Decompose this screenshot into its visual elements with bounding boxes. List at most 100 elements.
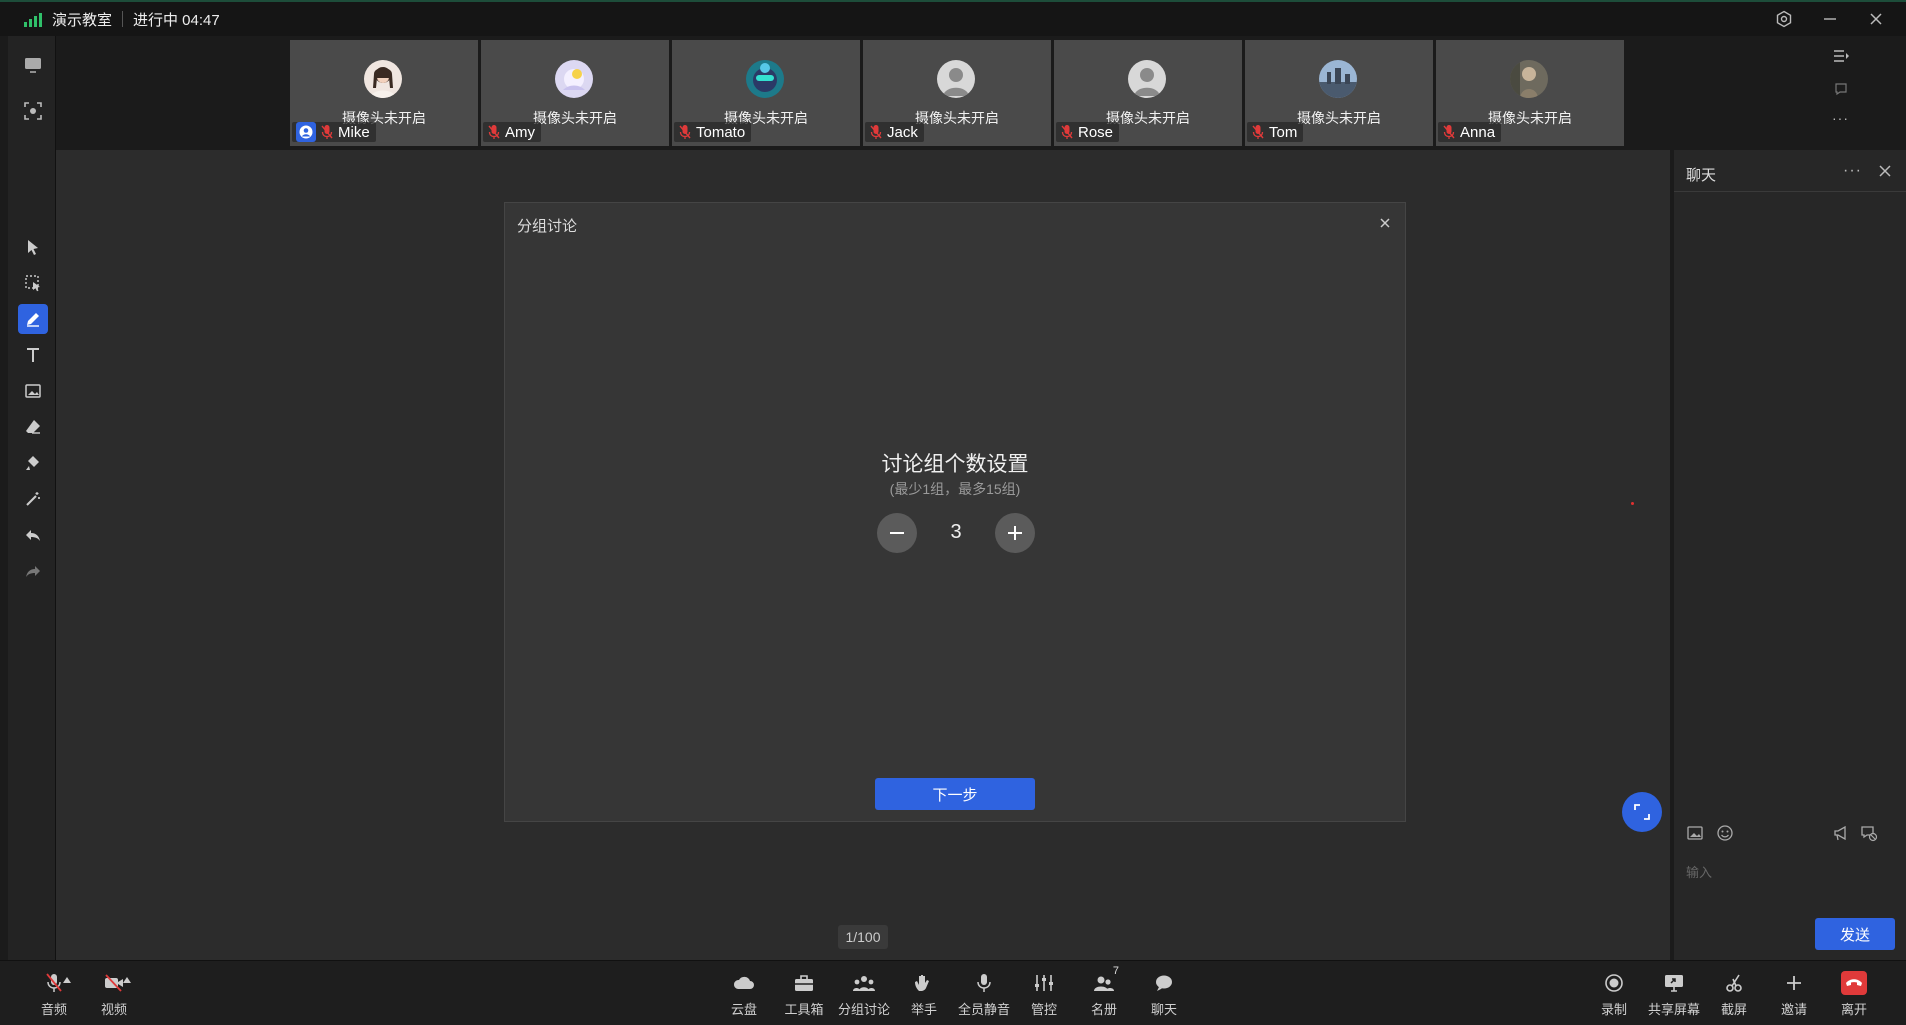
roster-button[interactable]: 7 名册 — [1076, 965, 1132, 1021]
dialog-title: 分组讨论 — [517, 218, 578, 235]
toolbox-label: 工具箱 — [784, 1002, 824, 1017]
audio-label: 音频 — [40, 1002, 67, 1017]
mute-all-label: 全员静音 — [957, 1002, 1010, 1017]
breakout-button[interactable]: 分组讨论 — [836, 971, 892, 1021]
pen-icon[interactable] — [18, 304, 48, 334]
mic-off-icon — [679, 125, 691, 139]
more-icon[interactable]: ··· — [1832, 110, 1849, 126]
roster-icon: 7 — [1091, 965, 1119, 995]
magic-wand-icon[interactable] — [18, 484, 48, 514]
record-button[interactable]: 录制 — [1586, 971, 1642, 1021]
plus-icon — [1008, 526, 1022, 540]
screen-capture-icon[interactable] — [18, 96, 48, 126]
send-button[interactable]: 发送 — [1815, 918, 1895, 950]
undo-icon[interactable] — [18, 520, 48, 550]
avatar — [1319, 60, 1357, 98]
whiteboard-toolbar — [8, 36, 56, 960]
chat-input[interactable] — [1686, 862, 1886, 882]
increment-button[interactable] — [995, 513, 1035, 553]
mic-off-icon — [1443, 125, 1455, 139]
whiteboard-icon[interactable] — [18, 50, 48, 80]
invite-label: 邀请 — [1780, 1002, 1807, 1017]
mic-off-icon — [321, 125, 333, 139]
participant-name: Tom — [1269, 123, 1298, 141]
chat-close-icon[interactable] — [1876, 162, 1894, 180]
close-window-icon[interactable] — [1864, 7, 1888, 31]
image-tool-icon[interactable] — [18, 376, 48, 406]
avatar — [364, 60, 402, 98]
breakout-dialog: 分组讨论 讨论组个数设置 (最少1组，最多15组) 3 下一步 — [504, 202, 1406, 822]
select-pointer-icon[interactable] — [18, 232, 48, 262]
chat-button[interactable]: 聊天 — [1136, 971, 1192, 1021]
participant-name: Jack — [887, 123, 918, 141]
screenshot-button[interactable]: 截屏 — [1706, 971, 1762, 1021]
participant-tile[interactable]: 摄像头未开启 Anna — [1436, 40, 1624, 146]
emoji-icon[interactable] — [1716, 824, 1736, 844]
participant-nameplate: Jack — [865, 122, 924, 142]
participant-name: Rose — [1078, 123, 1114, 141]
close-icon[interactable] — [1375, 213, 1395, 233]
audio-button[interactable]: 音频 — [26, 971, 82, 1021]
raise-hand-button[interactable]: 举手 — [896, 971, 952, 1021]
leave-button[interactable]: 离开 — [1826, 971, 1882, 1021]
share-screen-label: 共享屏幕 — [1647, 1002, 1700, 1017]
text-tool-icon[interactable] — [18, 340, 48, 370]
avatar — [555, 60, 593, 98]
page-indicator[interactable]: 1/100 — [838, 925, 888, 949]
classroom-app: 演示教室 进行中 04:47 摄像头未开启 Mike 摄像头未开启 Amy 摄像… — [0, 0, 1906, 1025]
roster-label: 名册 — [1090, 1002, 1117, 1017]
audio-caret-icon[interactable] — [63, 977, 71, 983]
participant-tile[interactable]: 摄像头未开启 Jack — [863, 40, 1051, 146]
video-strip: 摄像头未开启 Mike 摄像头未开启 Amy 摄像头未开启 Tomato 摄像头… — [56, 36, 1862, 150]
layout-list-icon[interactable] — [1832, 48, 1850, 69]
participant-nameplate: Anna — [1438, 122, 1502, 142]
participant-tile[interactable]: 摄像头未开启 Amy — [481, 40, 669, 146]
area-select-icon[interactable] — [18, 268, 48, 298]
invite-button[interactable]: 邀请 — [1766, 971, 1822, 1021]
mute-all-button[interactable]: 全员静音 — [956, 971, 1012, 1021]
participant-tile[interactable]: 摄像头未开启 Tomato — [672, 40, 860, 146]
announcement-icon[interactable] — [1832, 824, 1852, 844]
participant-name: Tomato — [696, 123, 746, 141]
image-upload-icon[interactable] — [1686, 824, 1706, 844]
laser-dot — [1631, 502, 1634, 505]
redo-icon[interactable] — [18, 556, 48, 586]
comment-bubble-icon[interactable] — [1834, 82, 1848, 101]
minimize-icon[interactable] — [1818, 7, 1842, 31]
fullscreen-icon[interactable] — [1622, 792, 1662, 832]
plus-icon — [1781, 971, 1807, 995]
scissors-icon — [1721, 971, 1747, 995]
avatar — [746, 60, 784, 98]
eraser-icon[interactable] — [18, 412, 48, 442]
microphone-icon — [971, 971, 997, 995]
settings-icon[interactable] — [1772, 7, 1796, 31]
group-count-heading: 讨论组个数设置 — [881, 453, 1029, 476]
class-status: 进行中 04:47 — [133, 11, 220, 29]
participant-nameplate: Tomato — [674, 122, 752, 142]
chat-header: 聊天 ··· — [1674, 150, 1906, 192]
share-screen-button[interactable]: 共享屏幕 — [1646, 971, 1702, 1021]
participant-name: Amy — [505, 123, 535, 141]
participant-tile[interactable]: 摄像头未开启 Mike — [290, 40, 478, 146]
chat-toolbar — [1674, 820, 1906, 848]
control-button[interactable]: 管控 — [1016, 971, 1072, 1021]
fill-bucket-icon[interactable] — [18, 448, 48, 478]
participant-nameplate: Rose — [1056, 122, 1120, 142]
participant-tile[interactable]: 摄像头未开启 Rose — [1054, 40, 1242, 146]
participant-nameplate: Tom — [1247, 122, 1304, 142]
room-name: 演示教室 — [52, 11, 113, 29]
leave-label: 离开 — [1840, 1002, 1867, 1017]
chat-more-icon[interactable]: ··· — [1843, 162, 1862, 180]
whiteboard-stage: 分组讨论 讨论组个数设置 (最少1组，最多15组) 3 下一步 1/100 — [56, 150, 1670, 960]
decrement-button[interactable] — [877, 513, 917, 553]
minus-icon — [890, 532, 904, 534]
share-screen-icon — [1661, 971, 1687, 995]
screenshot-label: 截屏 — [1720, 1002, 1747, 1017]
participant-tile[interactable]: 摄像头未开启 Tom — [1245, 40, 1433, 146]
video-button[interactable]: 视频 — [86, 971, 142, 1021]
toolbox-button[interactable]: 工具箱 — [776, 971, 832, 1021]
next-step-button[interactable]: 下一步 — [875, 778, 1035, 810]
video-caret-icon[interactable] — [123, 977, 131, 983]
cloud-drive-button[interactable]: 云盘 — [716, 971, 772, 1021]
mute-chat-icon[interactable] — [1860, 824, 1880, 844]
